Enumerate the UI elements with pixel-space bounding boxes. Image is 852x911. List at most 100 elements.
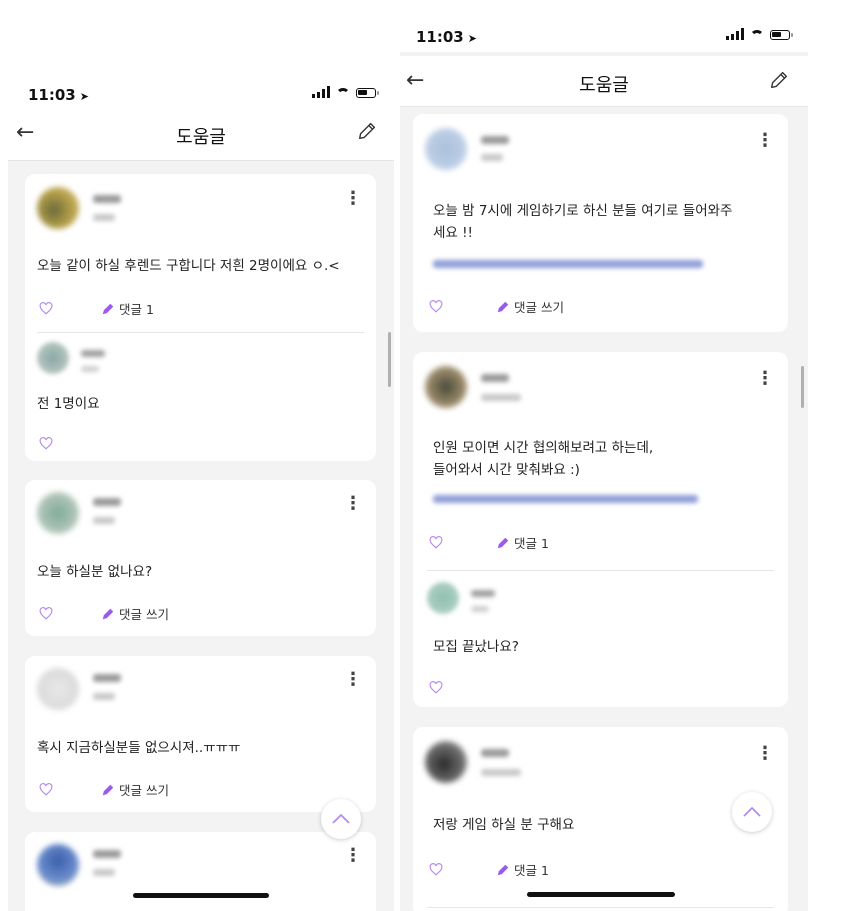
comment-label: 댓글 1 [514,536,549,551]
post-link[interactable] [433,495,698,503]
post-card: ⋮ 인원 모이면 시간 협의해보려고 하는데, 들어와서 시간 맞춰봐요 :) … [413,352,788,707]
chevron-up-icon [743,807,761,817]
nav-bar: ← 도움글 [8,110,394,161]
reply-author-name [81,350,105,357]
scroll-top-button[interactable] [732,792,772,832]
comment-button[interactable]: 댓글 쓰기 [496,297,564,316]
reply-heart-icon[interactable] [429,679,443,698]
more-options-icon[interactable]: ⋮ [344,190,362,208]
status-bar: 11:03 ➤ [8,72,394,110]
location-arrow-icon: ➤ [467,32,477,45]
author-name [481,136,509,144]
status-time: 11:03 ➤ [28,86,89,104]
home-indicator [133,893,269,898]
post-date [481,394,521,401]
avatar[interactable] [425,366,467,408]
post-date [481,769,521,776]
post-card: ⋮ 오늘 하실분 없나요? 댓글 쓰기 [25,480,376,636]
author-name [93,498,121,506]
pencil-small-icon [102,608,114,619]
author-name [481,749,509,757]
pencil-small-icon [102,303,114,314]
author-name [93,195,121,203]
more-options-icon[interactable]: ⋮ [344,847,362,865]
reply-text: 모집 끝났나요? [433,639,519,655]
post-text: 오늘 밤 7시에 게임하기로 하신 분들 여기로 들어와주 세요 !! [433,203,733,241]
avatar[interactable] [425,128,467,170]
signal-icon [726,28,744,40]
more-options-icon[interactable]: ⋮ [756,132,774,150]
avatar[interactable] [37,492,79,534]
post-card: ⋮ 저랑 게임 하실 분 구해요 댓글 1 [413,727,788,911]
phone-screen-right: 11:03 ➤ ← 도움글 ⋮ 오늘 밤 7시에 게임하기로 하신 분들 여기로 … [400,14,808,911]
location-arrow-icon: ➤ [79,90,89,103]
heart-icon[interactable] [429,298,443,317]
post-date [93,693,115,700]
comment-button[interactable]: 댓글 쓰기 [101,780,169,799]
divider [427,570,774,571]
heart-icon[interactable] [39,605,53,624]
wifi-icon [336,88,350,98]
comment-label: 댓글 쓰기 [119,607,169,622]
post-date [481,154,503,161]
battery-icon [356,88,379,98]
more-options-icon[interactable]: ⋮ [756,370,774,388]
reply-author-name [471,590,495,597]
more-options-icon[interactable]: ⋮ [344,495,362,513]
battery-icon [770,30,793,40]
pencil-icon[interactable] [768,69,790,95]
status-time: 11:03 ➤ [416,28,477,46]
reply-avatar[interactable] [427,582,459,614]
chevron-up-icon [332,814,350,824]
comment-button[interactable]: 댓글 1 [101,299,154,318]
phone-screen-left: 11:03 ➤ ← 도움글 ⋮ 오늘 같이 하실 후렌드 구합니다 저흰 2명이에… [8,72,394,911]
reply-date [471,606,489,612]
heart-icon[interactable] [429,861,443,880]
author-name [93,674,121,682]
home-indicator [527,892,675,897]
post-text: 오늘 하실분 없나요? [37,564,153,580]
pencil-small-icon [102,784,114,795]
post-text: 혹시 지금하실분들 없으시져..ㅠㅠㅠ [37,740,241,756]
avatar[interactable] [37,187,79,229]
reply-date [81,366,99,372]
scrollbar[interactable] [388,332,391,387]
page-title: 도움글 [176,127,226,148]
heart-icon[interactable] [39,300,53,319]
avatar[interactable] [37,844,79,886]
author-name [481,374,509,382]
comment-button[interactable]: 댓글 쓰기 [101,604,169,623]
divider [37,332,364,333]
comment-label: 댓글 1 [514,863,549,878]
post-text: 오늘 같이 하실 후렌드 구합니다 저흰 2명이에요 ㅇ.< [37,258,340,274]
heart-icon[interactable] [39,781,53,800]
post-card: ⋮ 오늘 같이 하실 후렌드 구합니다 저흰 2명이에요 ㅇ.< 댓글 1 전 … [25,174,376,461]
reply-text: 전 1명이요 [37,396,100,412]
scroll-top-button[interactable] [321,799,361,839]
post-date [93,869,115,876]
post-text: 저랑 게임 하실 분 구해요 [433,817,575,833]
heart-icon[interactable] [429,534,443,553]
reply-heart-icon[interactable] [39,435,53,454]
pencil-small-icon [497,864,509,875]
comment-button[interactable]: 댓글 1 [496,860,549,879]
pencil-small-icon [497,537,509,548]
comment-button[interactable]: 댓글 1 [496,533,549,552]
post-card: ⋮ 혹시 지금하실분들 없으시져..ㅠㅠㅠ 댓글 쓰기 [25,656,376,812]
post-card: ⋮ 오늘 밤 7시에 게임하기로 하신 분들 여기로 들어와주 세요 !! 댓글… [413,114,788,332]
scrollbar[interactable] [801,366,804,408]
divider [427,907,774,908]
avatar[interactable] [37,668,79,710]
avatar[interactable] [425,741,467,783]
author-name [93,850,121,858]
more-options-icon[interactable]: ⋮ [344,671,362,689]
post-date [93,517,115,524]
reply-avatar[interactable] [37,342,69,374]
comment-label: 댓글 쓰기 [119,783,169,798]
pencil-icon[interactable] [356,120,378,146]
signal-icon [312,86,330,98]
post-link[interactable] [433,260,703,268]
nav-bar: ← 도움글 [400,56,808,107]
more-options-icon[interactable]: ⋮ [756,745,774,763]
comment-label: 댓글 쓰기 [514,300,564,315]
